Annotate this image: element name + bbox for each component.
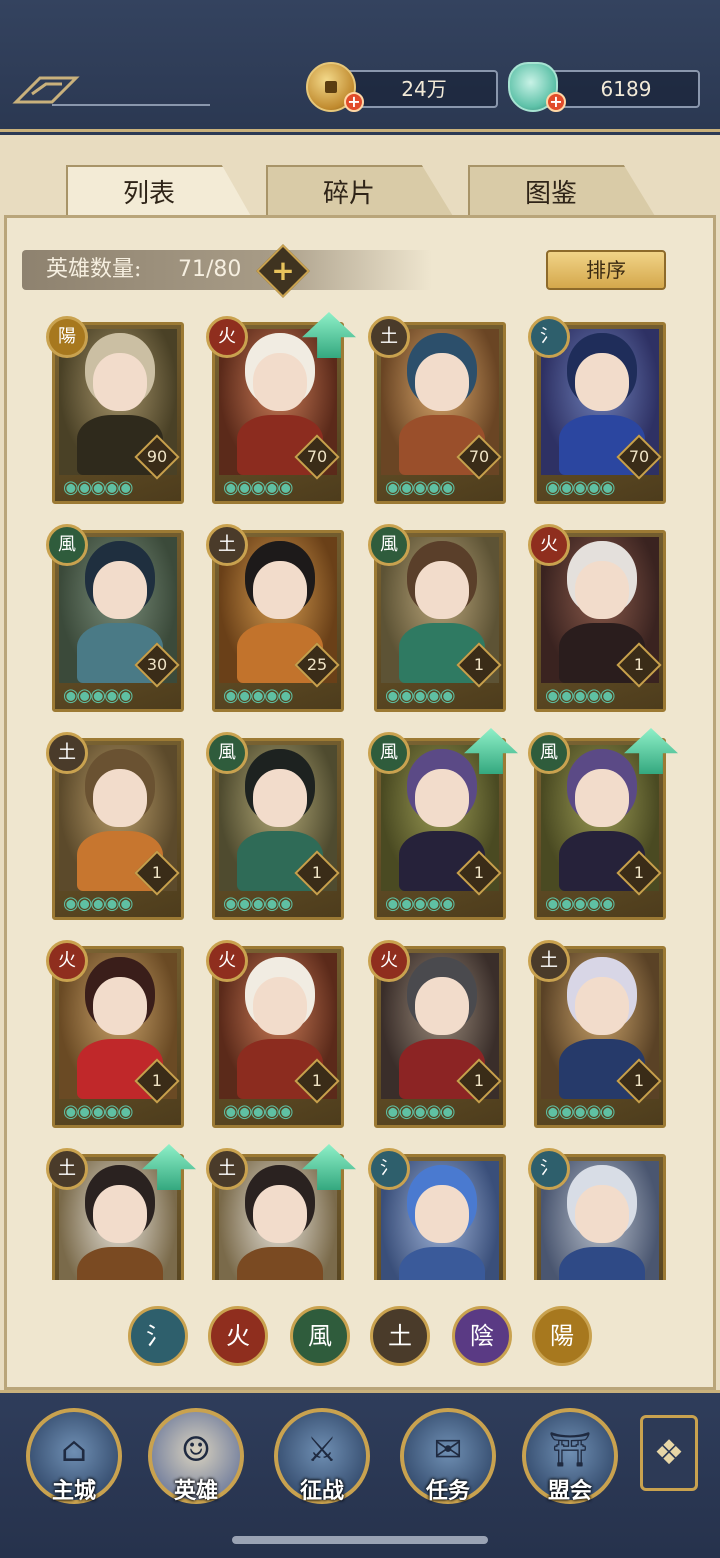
tab-fragments-label: 碎片 [322,179,375,209]
filter-yin-button[interactable]: 陰 [452,1306,512,1366]
filter-fire-button[interactable]: 火 [208,1306,268,1366]
hero-star-row: ◉◉◉◉◉ [223,1101,294,1122]
coin-counter[interactable]: + 24万 [306,62,498,112]
hero-star-row: ◉◉◉◉◉ [223,893,294,914]
tab-list-label: 列表 [122,179,175,209]
hero-count-label: 英雄数量: [46,257,142,282]
hero-level: 30 [146,655,168,674]
nav-label: 任务 [425,1478,470,1504]
element-wind-icon: 風 [46,524,88,566]
hero-star-row: ◉◉◉◉◉ [385,1101,456,1122]
top-bar: + 24万 + 6189 [0,0,720,132]
hero-level: 1 [473,1071,485,1090]
hero-star-row: ◉◉◉◉◉ [385,685,456,706]
element-water-icon: 氵 [368,1148,410,1190]
element-earth-icon: 土 [528,940,570,982]
nav-label: 英雄 [173,1478,218,1504]
sort-button[interactable]: 排序 [546,250,666,290]
tab-codex-label: 图鉴 [524,179,577,209]
filter-wind-button[interactable]: 風 [290,1306,350,1366]
hero-star-row: ◉◉◉◉◉ [63,893,134,914]
hero-count-bar: 英雄数量: 71/80 [22,250,432,290]
nav-hero-button[interactable]: ☺ 英雄 [148,1408,244,1504]
filter-yang-button[interactable]: 陽 [532,1306,592,1366]
element-fire-icon: 火 [528,524,570,566]
hero-level: 1 [633,655,645,674]
guild-icon: ⛩ [548,1430,592,1470]
element-yang-icon: 陽 [46,316,88,358]
hero-level: 70 [628,447,650,466]
home-indicator[interactable] [232,1536,488,1544]
quest-icon: ✉ [433,1430,463,1470]
hero-star-row: ◉◉◉◉◉ [545,893,616,914]
battle-icon: ⚔ [306,1430,338,1470]
hero-level: 1 [151,863,163,882]
element-wind-icon: 風 [206,732,248,774]
hero-level: 1 [311,1071,323,1090]
hero-star-row: ◉◉◉◉◉ [63,477,134,498]
element-earth-icon: 土 [206,524,248,566]
hero-star-row: ◉◉◉◉◉ [385,893,456,914]
hero-level: 90 [146,447,168,466]
hero-grid[interactable]: 90 ◉◉◉◉◉ 陽 70 ◉◉◉◉◉ 火 70 ◉◉◉◉◉ 土 70 ◉◉◉◉◉ 氵 30 ◉◉◉◉◉ 風… [40,312,690,1280]
element-fire-icon: 火 [368,940,410,982]
menu-icon[interactable]: ❖ [640,1415,698,1491]
element-earth-icon: 土 [368,316,410,358]
hero-star-row: ◉◉◉◉◉ [63,1101,134,1122]
hero-star-row: ◉◉◉◉◉ [545,1101,616,1122]
nav-label: 盟会 [547,1478,592,1504]
hero-level: 70 [306,447,328,466]
hero-icon: ☺ [180,1430,212,1470]
nav-label: 主城 [51,1478,96,1504]
nav-quest-button[interactable]: ✉ 任务 [400,1408,496,1504]
coin-amount: 24万 [401,77,447,101]
hero-level: 1 [633,863,645,882]
hero-star-row: ◉◉◉◉◉ [223,477,294,498]
hero-level: 1 [311,863,323,882]
hero-star-row: ◉◉◉◉◉ [545,477,616,498]
nav-label: 征战 [299,1478,344,1504]
element-water-icon: 氵 [528,316,570,358]
element-fire-icon: 火 [206,940,248,982]
element-earth-icon: 土 [46,1148,88,1190]
element-wind-icon: 風 [528,732,570,774]
hero-star-row: ◉◉◉◉◉ [223,685,294,706]
city-icon: ⌂ [61,1430,87,1470]
hero-level: 1 [151,1071,163,1090]
element-water-icon: 氵 [528,1148,570,1190]
hero-count-value: 71/80 [178,257,242,282]
element-fire-icon: 火 [206,316,248,358]
nav-city-button[interactable]: ⌂ 主城 [26,1408,122,1504]
element-wind-icon: 風 [368,732,410,774]
filter-water-button[interactable]: 氵 [128,1306,188,1366]
element-earth-icon: 土 [206,1148,248,1190]
hero-level: 1 [473,655,485,674]
cloud-ornament-icon [12,76,210,106]
element-fire-icon: 火 [46,940,88,982]
hero-star-row: ◉◉◉◉◉ [385,477,456,498]
element-wind-icon: 風 [368,524,410,566]
hero-level: 25 [306,655,328,674]
hero-level: 70 [468,447,490,466]
element-earth-icon: 土 [46,732,88,774]
jade-amount: 6189 [600,77,652,101]
hero-level: 1 [473,863,485,882]
plus-icon: + [271,254,295,287]
filter-earth-button[interactable]: 土 [370,1306,430,1366]
hero-level: 1 [633,1071,645,1090]
nav-battle-button[interactable]: ⚔ 征战 [274,1408,370,1504]
hero-star-row: ◉◉◉◉◉ [545,685,616,706]
hero-star-row: ◉◉◉◉◉ [63,685,134,706]
nav-guild-button[interactable]: ⛩ 盟会 [522,1408,618,1504]
jade-counter[interactable]: + 6189 [508,62,700,112]
